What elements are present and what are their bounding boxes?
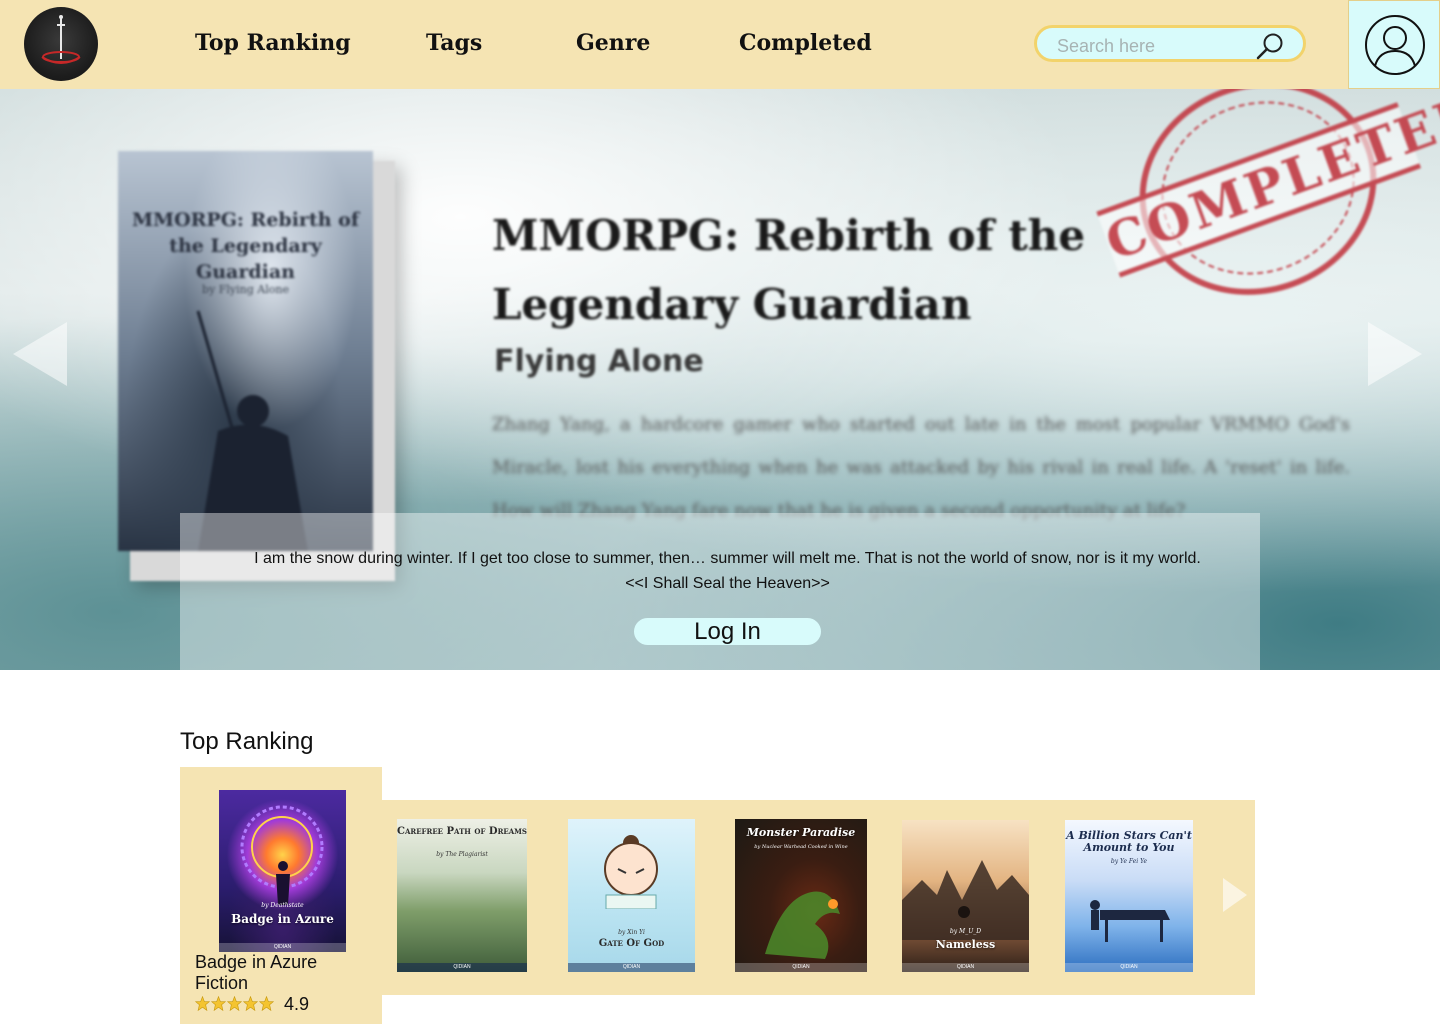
star-icon — [227, 996, 242, 1011]
book-cover-publisher: QIDIAN — [902, 963, 1029, 972]
book-cover-author: by Flying Alone — [202, 283, 289, 296]
book-cover-publisher: QIDIAN — [735, 963, 867, 972]
book-cover-title: Nameless — [935, 938, 996, 951]
book-cover-card[interactable]: Monster Paradise by Nuclear Warhead Cook… — [735, 819, 867, 972]
featured-book-title[interactable]: Badge in Azure — [195, 952, 317, 973]
hero-book-author: Flying Alone — [494, 344, 704, 379]
nav-genre[interactable]: Genre — [576, 30, 650, 56]
book-cover-author: by The Plagiarist — [436, 851, 488, 858]
book-cover-card[interactable]: by M_U_D Nameless QIDIAN — [902, 820, 1029, 972]
carousel-prev-icon[interactable] — [11, 320, 69, 388]
site-logo[interactable] — [24, 7, 98, 81]
hero-quote-source: <<I Shall Seal the Heaven>> — [625, 575, 830, 592]
hero-book-title[interactable]: MMORPG: Rebirth of the Legendary Guardia… — [492, 201, 1112, 339]
featured-cover-author: by Deathstate — [261, 902, 304, 909]
hero-quote-text: I am the snow during winter. If I get to… — [254, 550, 1201, 567]
piano-silhouette-icon — [1090, 900, 1170, 942]
featured-cover-publisher: QIDIAN — [219, 943, 346, 952]
profile-button[interactable] — [1348, 0, 1440, 89]
book-cover-title: Carefree Path of Dreams — [397, 826, 527, 837]
login-button[interactable]: Log In — [634, 618, 821, 645]
chibi-character-icon — [604, 835, 658, 909]
star-icon — [195, 996, 210, 1011]
book-cover-publisher: QIDIAN — [1065, 963, 1193, 972]
book-cover-title: Gate Of God — [598, 938, 665, 949]
book-cover-publisher: QIDIAN — [568, 963, 695, 972]
hero-quote: I am the snow during winter. If I get to… — [180, 546, 1275, 596]
rating-value: 4.9 — [284, 994, 310, 1014]
ranking-next-icon[interactable] — [1221, 877, 1249, 913]
monster-silhouette-icon — [765, 891, 840, 959]
ruins-silhouette-icon — [902, 860, 1029, 940]
book-cover-card[interactable]: by Xin Yi Gate Of God QIDIAN — [568, 819, 695, 972]
figure-silhouette-icon — [276, 861, 290, 905]
nav-tags[interactable]: Tags — [426, 30, 482, 56]
sword-logo-icon — [41, 15, 81, 64]
search-box — [1034, 25, 1306, 62]
book-cover-card[interactable]: A Billion Stars Can't Amount to You by Y… — [1065, 820, 1193, 972]
featured-book-cover-art[interactable]: by Deathstate Badge in Azure QIDIAN — [219, 790, 346, 952]
user-icon — [1365, 15, 1425, 75]
rating-stars — [195, 996, 274, 1011]
featured-ranking-card[interactable]: by Deathstate Badge in Azure QIDIAN Badg… — [180, 767, 382, 1024]
star-icon — [211, 996, 226, 1011]
book-cover-art: MMORPG: Rebirth of the Legendary Guardia… — [118, 151, 373, 551]
carousel-next-icon[interactable] — [1366, 320, 1424, 388]
book-cover-title: A Billion Stars Can't Amount to You — [1066, 829, 1192, 854]
search-input[interactable] — [1055, 34, 1259, 58]
book-cover-title: MMORPG: Rebirth of the Legendary Guardia… — [132, 209, 359, 283]
completed-stamp: COMPLETED — [1068, 89, 1440, 351]
nav-top-ranking[interactable]: Top Ranking — [195, 30, 351, 56]
top-header: Top Ranking Tags Genre Completed — [0, 0, 1440, 89]
book-cover-publisher: QIDIAN — [397, 963, 527, 972]
top-ranking-heading: Top Ranking — [180, 728, 314, 755]
book-cover-author: by Ye Fei Ye — [1110, 858, 1148, 865]
featured-cover-title: Badge in Azure — [231, 912, 334, 926]
featured-book-genre: Fiction — [195, 973, 249, 993]
nav-completed[interactable]: Completed — [739, 30, 872, 56]
book-cover-author: by Xin Yi — [618, 929, 645, 936]
hero-banner: MMORPG: Rebirth of the Legendary Guardia… — [0, 89, 1440, 670]
book-cover-author: by Nuclear Warhead Cooked in Wine — [754, 844, 848, 850]
star-icon — [259, 996, 274, 1011]
book-cover-title: Monster Paradise — [746, 826, 856, 839]
star-icon — [243, 996, 258, 1011]
search-icon[interactable] — [1255, 32, 1285, 60]
book-cover-card[interactable]: Carefree Path of Dreams by The Plagiaris… — [397, 819, 527, 972]
book-cover-author: by M_U_D — [949, 928, 982, 935]
